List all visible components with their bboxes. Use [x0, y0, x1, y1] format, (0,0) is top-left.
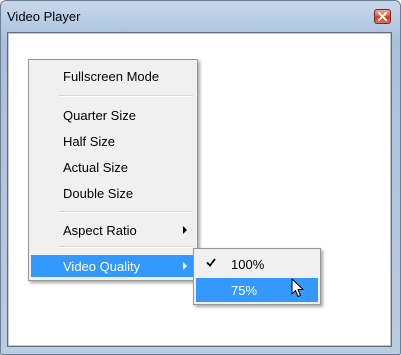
- check-icon: [206, 258, 216, 267]
- menu-item-label: Quarter Size: [63, 108, 136, 123]
- menu-item-quarter-size[interactable]: Quarter Size: [31, 104, 195, 126]
- menu-separator: [59, 246, 193, 248]
- menu-item-label: Video Quality: [63, 259, 141, 274]
- close-icon: [378, 12, 387, 21]
- menu-item-aspect-ratio[interactable]: Aspect Ratio: [31, 219, 195, 241]
- close-button[interactable]: [374, 9, 391, 24]
- submenu-arrow-icon: [183, 226, 187, 234]
- menu-item-label: Double Size: [63, 186, 134, 201]
- mouse-pointer-icon: [291, 278, 304, 297]
- menu-separator: [59, 211, 193, 213]
- menu-item-label: Half Size: [63, 134, 116, 149]
- submenu-arrow-icon: [183, 262, 187, 270]
- submenu-item-100[interactable]: 100%: [196, 252, 318, 276]
- menu-item-label: Actual Size: [63, 160, 129, 175]
- window-title: Video Player: [7, 9, 81, 24]
- menu-item-actual-size[interactable]: Actual Size: [31, 156, 195, 178]
- title-bar[interactable]: Video Player: [1, 1, 400, 31]
- submenu-item-label: 100%: [231, 257, 265, 272]
- menu-separator: [59, 95, 193, 97]
- submenu-item-label: 75%: [231, 283, 258, 298]
- menu-item-half-size[interactable]: Half Size: [31, 130, 195, 152]
- menu-item-label: Fullscreen Mode: [63, 69, 160, 84]
- context-menu: Fullscreen Mode Quarter Size Half Size A…: [28, 59, 198, 281]
- menu-item-double-size[interactable]: Double Size: [31, 182, 195, 204]
- menu-item-video-quality[interactable]: Video Quality: [31, 255, 195, 277]
- menu-item-fullscreen-mode[interactable]: Fullscreen Mode: [31, 65, 195, 87]
- menu-item-label: Aspect Ratio: [63, 223, 137, 238]
